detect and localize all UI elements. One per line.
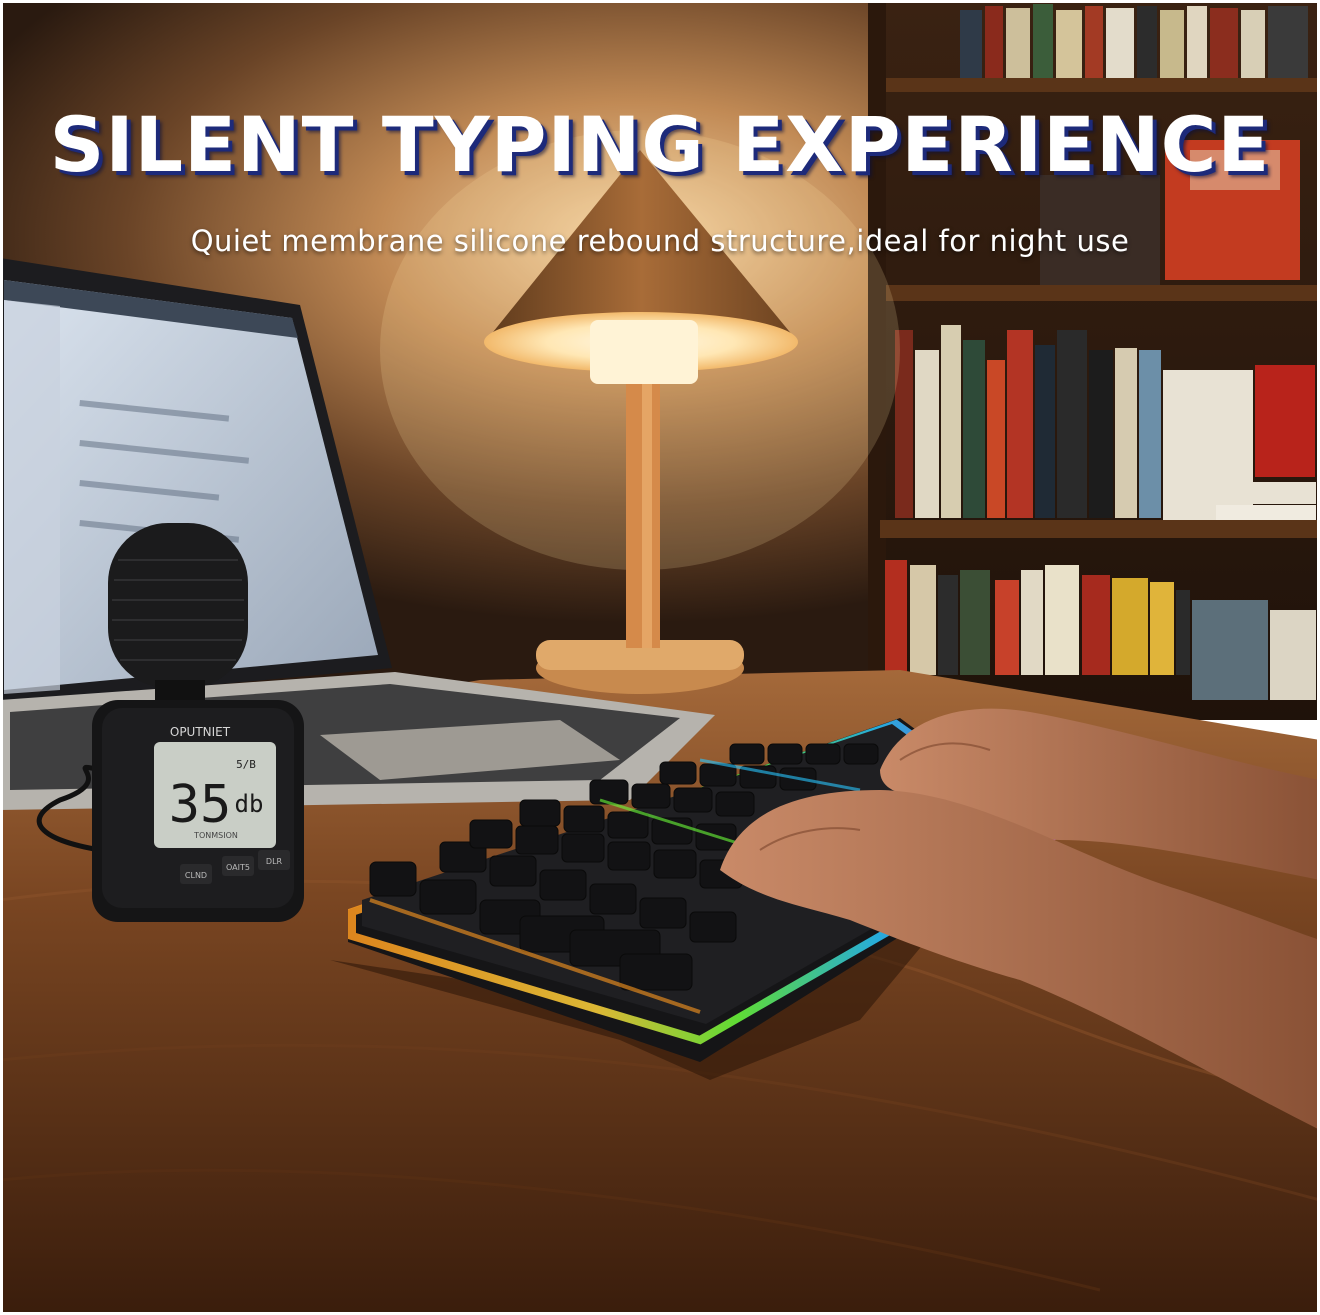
meter-button-1: CLND bbox=[185, 871, 207, 880]
meter-button-3: DLR bbox=[266, 857, 283, 866]
meter-unit: db bbox=[235, 790, 264, 818]
meter-button-2: OAIT5 bbox=[226, 863, 250, 872]
meter-reading: 35 bbox=[169, 775, 232, 835]
page-subtitle: Quiet membrane silicone rebound structur… bbox=[190, 224, 1130, 258]
meter-brand: OPUTNIET bbox=[170, 725, 231, 739]
product-banner: OPUTNIET 5/B 35 db TONMSION CLND OAIT5 D… bbox=[0, 0, 1320, 1315]
page-title: SILENT TYPING EXPERIENCE bbox=[49, 100, 1271, 189]
meter-mode: 5/B bbox=[236, 758, 256, 771]
desk-scene-photo: OPUTNIET 5/B 35 db TONMSION CLND OAIT5 D… bbox=[0, 0, 1320, 1315]
meter-sub-label: TONMSION bbox=[193, 831, 238, 840]
